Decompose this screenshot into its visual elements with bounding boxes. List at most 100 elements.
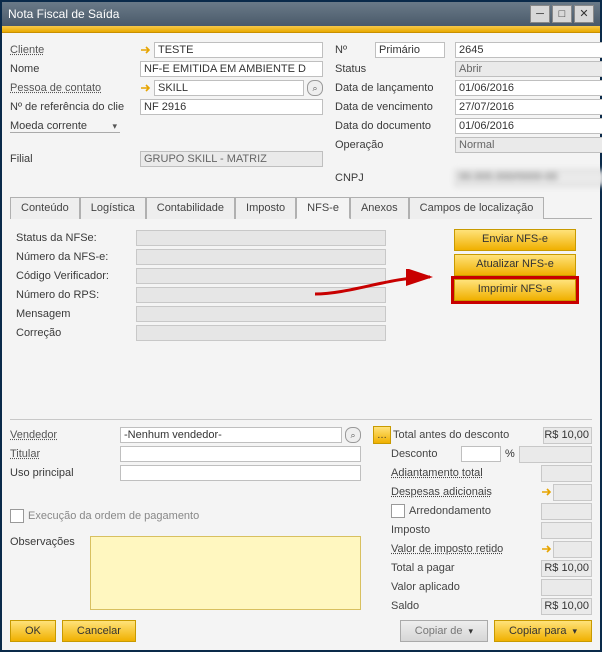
desconto-pct-field[interactable] — [461, 446, 501, 462]
pagar-value: R$ 10,00 — [541, 560, 592, 577]
nfse-rps-field — [136, 287, 386, 303]
venc-field[interactable] — [455, 99, 602, 115]
maximize-button[interactable]: □ — [552, 5, 572, 23]
titular-field[interactable] — [120, 446, 361, 462]
vendedor-field[interactable] — [120, 427, 342, 443]
cliente-field[interactable] — [154, 42, 323, 58]
ref-label: Nº de referência do clie — [10, 101, 140, 113]
nfse-corr-field — [136, 325, 386, 341]
nfse-panel: Status da NFSe: Número da NFS-e: Código … — [10, 219, 592, 413]
arred-checkbox[interactable] — [391, 504, 405, 518]
nfse-rps-label: Número do RPS: — [16, 289, 136, 301]
totals-mini-button[interactable]: … — [373, 426, 391, 444]
cnpj-field: 00.000.000/0000-00 — [455, 170, 602, 186]
aplic-label: Valor aplicado — [391, 581, 541, 593]
status-label: Status — [335, 63, 455, 75]
tab-contabilidade[interactable]: Contabilidade — [146, 197, 235, 219]
arred-value — [541, 503, 592, 520]
nfse-status-field — [136, 230, 386, 246]
contato-link-icon[interactable] — [140, 83, 154, 93]
accent-bar — [2, 26, 600, 33]
nfse-status-label: Status da NFSe: — [16, 232, 136, 244]
contato-detail-button[interactable]: ⌕ — [307, 80, 323, 96]
tabstrip: Conteúdo Logística Contabilidade Imposto… — [10, 196, 592, 219]
nfse-numero-field — [136, 249, 386, 265]
copyto-button[interactable]: Copiar para — [494, 620, 592, 642]
saldo-value: R$ 10,00 — [541, 598, 592, 615]
tab-imposto[interactable]: Imposto — [235, 197, 296, 219]
desconto-value — [519, 446, 592, 463]
window-title: Nota Fiscal de Saída — [8, 7, 528, 21]
nfse-msg-label: Mensagem — [16, 308, 136, 320]
copyfrom-button[interactable]: Copiar de — [400, 620, 488, 642]
atualizar-nfse-button[interactable]: Atualizar NFS-e — [454, 254, 576, 276]
desp-link-icon[interactable] — [541, 487, 553, 497]
lower-left: Vendedor ⌕ Titular Uso principal Execuçã… — [10, 426, 361, 616]
vendedor-detail-button[interactable]: ⌕ — [345, 427, 361, 443]
nfse-numero-label: Número da NFS-e: — [16, 251, 136, 263]
oper-label: Operação — [335, 139, 455, 151]
obs-textarea[interactable] — [90, 536, 361, 610]
filial-field — [140, 151, 323, 167]
oper-field — [455, 137, 602, 153]
tab-localizacao[interactable]: Campos de localização — [409, 197, 545, 219]
saldo-label: Saldo — [391, 600, 541, 612]
status-field — [455, 61, 602, 77]
nome-field[interactable] — [140, 61, 323, 77]
cnpj-label: CNPJ — [335, 172, 455, 184]
tab-logistica[interactable]: Logística — [80, 197, 146, 219]
minimize-button[interactable]: ─ — [530, 5, 550, 23]
nfse-corr-label: Correção — [16, 327, 136, 339]
pagar-label: Total a pagar — [391, 562, 541, 574]
venc-label: Data de vencimento — [335, 101, 455, 113]
lanc-field[interactable] — [455, 80, 602, 96]
close-button[interactable]: ✕ — [574, 5, 594, 23]
desconto-pct-symbol: % — [505, 448, 515, 460]
titular-label[interactable]: Titular — [10, 448, 120, 460]
nome-label: Nome — [10, 63, 140, 75]
lanc-label: Data de lançamento — [335, 82, 455, 94]
enviar-nfse-button[interactable]: Enviar NFS-e — [454, 229, 576, 251]
moeda-dropdown[interactable]: Moeda corrente — [10, 120, 120, 133]
desconto-label: Desconto — [391, 448, 461, 460]
cancel-button[interactable]: Cancelar — [62, 620, 136, 642]
cliente-label[interactable]: Cliente — [10, 44, 140, 56]
nfse-codver-label: Código Verificador: — [16, 270, 136, 282]
exec-checkbox[interactable] — [10, 509, 24, 523]
num-label: Nº — [335, 44, 375, 56]
total-antes-value: R$ 10,00 — [543, 427, 592, 444]
imposto-label: Imposto — [391, 524, 541, 536]
aplic-value — [541, 579, 592, 596]
ok-button[interactable]: OK — [10, 620, 56, 642]
arred-label: Arredondamento — [409, 505, 541, 517]
num-type-field[interactable] — [375, 42, 445, 58]
doc-field[interactable] — [455, 118, 602, 134]
tab-conteudo[interactable]: Conteúdo — [10, 197, 80, 219]
nfse-codver-field — [136, 268, 386, 284]
valimp-link-icon[interactable] — [541, 544, 553, 554]
total-antes-label: Total antes do desconto — [393, 429, 543, 441]
cliente-link-icon[interactable] — [140, 45, 154, 55]
imprimir-nfse-button[interactable]: Imprimir NFS-e — [454, 279, 576, 301]
ref-field[interactable] — [140, 99, 323, 115]
header-left: Cliente Nome Pessoa de contato ⌕ Nº de r… — [10, 41, 323, 188]
num-field[interactable] — [455, 42, 602, 58]
desp-value — [553, 484, 592, 501]
doc-label: Data do documento — [335, 120, 455, 132]
desp-label[interactable]: Despesas adicionais — [391, 486, 541, 498]
tab-anexos[interactable]: Anexos — [350, 197, 409, 219]
imposto-value — [541, 522, 592, 539]
vendedor-label[interactable]: Vendedor — [10, 429, 120, 441]
filial-label: Filial — [10, 153, 140, 165]
valimp-value — [553, 541, 592, 558]
valimp-label[interactable]: Valor de imposto retido — [391, 543, 541, 555]
tab-nfse[interactable]: NFS-e — [296, 197, 350, 219]
uso-field[interactable] — [120, 465, 361, 481]
nfse-msg-field — [136, 306, 386, 322]
contato-label[interactable]: Pessoa de contato — [10, 82, 140, 94]
uso-label: Uso principal — [10, 467, 120, 479]
contato-field[interactable] — [154, 80, 304, 96]
adiant-label[interactable]: Adiantamento total — [391, 467, 541, 479]
obs-label: Observações — [10, 536, 90, 548]
adiant-value — [541, 465, 592, 482]
